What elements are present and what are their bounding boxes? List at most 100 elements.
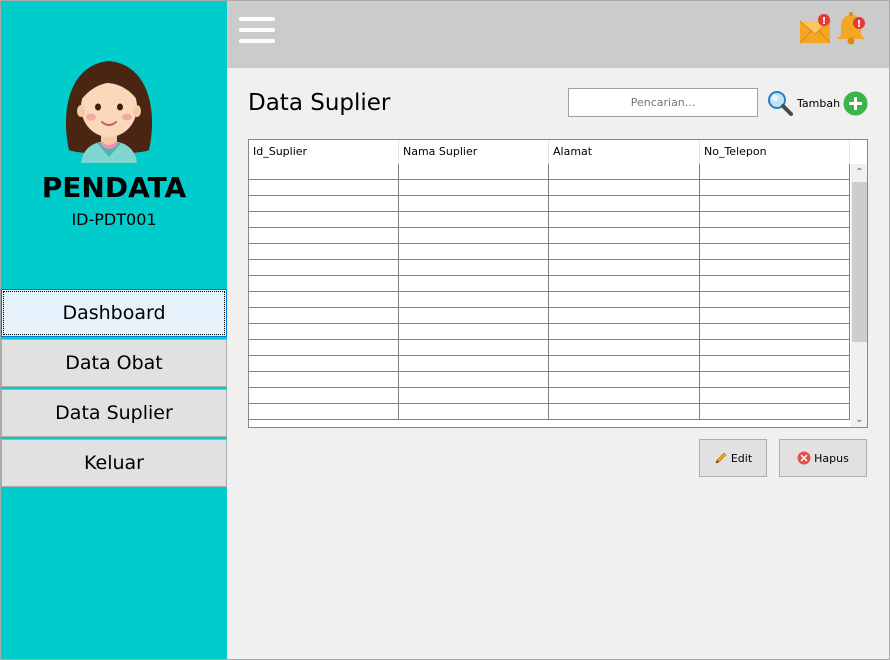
table-cell[interactable]: [249, 324, 399, 339]
table-cell[interactable]: [399, 228, 549, 243]
scroll-thumb[interactable]: [852, 182, 867, 342]
table-column-header[interactable]: No_Telepon: [700, 140, 850, 164]
sidebar-item-data-obat[interactable]: Data Obat: [1, 339, 227, 387]
table-row[interactable]: [249, 324, 850, 340]
table-cell[interactable]: [549, 372, 700, 387]
table-cell[interactable]: [399, 180, 549, 195]
table-cell[interactable]: [549, 260, 700, 275]
table-cell[interactable]: [549, 228, 700, 243]
table-cell[interactable]: [249, 388, 399, 403]
table-cell[interactable]: [549, 212, 700, 227]
table-cell[interactable]: [700, 244, 850, 259]
table-cell[interactable]: [700, 196, 850, 211]
table-cell[interactable]: [249, 196, 399, 211]
table-cell[interactable]: [249, 356, 399, 371]
table-cell[interactable]: [700, 324, 850, 339]
sidebar-item-data-suplier[interactable]: Data Suplier: [1, 389, 227, 437]
table-cell[interactable]: [249, 340, 399, 355]
table-cell[interactable]: [700, 340, 850, 355]
table-row[interactable]: [249, 196, 850, 212]
table-cell[interactable]: [700, 228, 850, 243]
scroll-up-icon[interactable]: ⌃: [851, 164, 867, 181]
table-cell[interactable]: [700, 388, 850, 403]
table-row[interactable]: [249, 228, 850, 244]
table-cell[interactable]: [700, 308, 850, 323]
delete-button[interactable]: Hapus: [779, 439, 867, 477]
edit-button[interactable]: Edit: [699, 439, 767, 477]
table-cell[interactable]: [700, 356, 850, 371]
table-cell[interactable]: [399, 356, 549, 371]
table-cell[interactable]: [399, 292, 549, 307]
table-cell[interactable]: [249, 212, 399, 227]
table-row[interactable]: [249, 212, 850, 228]
sidebar-item-dashboard[interactable]: Dashboard: [1, 289, 227, 337]
table-row[interactable]: [249, 260, 850, 276]
table-cell[interactable]: [549, 292, 700, 307]
table-cell[interactable]: [700, 212, 850, 227]
table-cell[interactable]: [399, 308, 549, 323]
table-cell[interactable]: [249, 276, 399, 291]
table-column-header[interactable]: Id_Suplier: [249, 140, 399, 164]
table-cell[interactable]: [549, 356, 700, 371]
table-cell[interactable]: [549, 164, 700, 179]
table-cell[interactable]: [249, 180, 399, 195]
table-cell[interactable]: [549, 340, 700, 355]
table-cell[interactable]: [700, 164, 850, 179]
table-cell[interactable]: [249, 164, 399, 179]
table-cell[interactable]: [700, 404, 850, 419]
table-row[interactable]: [249, 244, 850, 260]
mail-notification-icon[interactable]: !: [799, 13, 831, 45]
table-cell[interactable]: [399, 196, 549, 211]
table-cell[interactable]: [700, 372, 850, 387]
table-cell[interactable]: [549, 180, 700, 195]
table-row[interactable]: [249, 388, 850, 404]
table-cell[interactable]: [700, 292, 850, 307]
table-cell[interactable]: [549, 404, 700, 419]
table-cell[interactable]: [399, 388, 549, 403]
add-label[interactable]: Tambah: [797, 97, 840, 110]
table-row[interactable]: [249, 308, 850, 324]
table-row[interactable]: [249, 292, 850, 308]
table-row[interactable]: [249, 404, 850, 420]
table-row[interactable]: [249, 356, 850, 372]
table-scrollbar[interactable]: ⌃ ⌄: [851, 164, 867, 427]
table-cell[interactable]: [549, 244, 700, 259]
menu-icon[interactable]: [239, 17, 275, 45]
table-cell[interactable]: [549, 276, 700, 291]
table-cell[interactable]: [399, 164, 549, 179]
table-column-header[interactable]: Nama Suplier: [399, 140, 549, 164]
search-input[interactable]: [568, 88, 758, 117]
table-cell[interactable]: [700, 276, 850, 291]
table-cell[interactable]: [700, 260, 850, 275]
table-cell[interactable]: [549, 196, 700, 211]
table-cell[interactable]: [249, 308, 399, 323]
table-cell[interactable]: [700, 180, 850, 195]
table-cell[interactable]: [399, 260, 549, 275]
table-cell[interactable]: [249, 372, 399, 387]
table-row[interactable]: [249, 340, 850, 356]
table-row[interactable]: [249, 180, 850, 196]
table-cell[interactable]: [399, 244, 549, 259]
table-row[interactable]: [249, 372, 850, 388]
table-cell[interactable]: [399, 404, 549, 419]
table-cell[interactable]: [249, 244, 399, 259]
table-cell[interactable]: [399, 276, 549, 291]
table-row[interactable]: [249, 164, 850, 180]
sidebar-item-keluar[interactable]: Keluar: [1, 439, 227, 487]
table-cell[interactable]: [549, 388, 700, 403]
supplier-table[interactable]: Id_Suplier Nama Suplier Alamat No_Telepon ⌃…: [248, 139, 868, 428]
table-cell[interactable]: [399, 212, 549, 227]
table-cell[interactable]: [249, 260, 399, 275]
table-cell[interactable]: [549, 308, 700, 323]
table-cell[interactable]: [249, 228, 399, 243]
table-cell[interactable]: [399, 372, 549, 387]
table-cell[interactable]: [399, 340, 549, 355]
table-cell[interactable]: [249, 292, 399, 307]
search-icon[interactable]: [767, 90, 793, 116]
table-cell[interactable]: [249, 404, 399, 419]
table-cell[interactable]: [549, 324, 700, 339]
scroll-down-icon[interactable]: ⌄: [851, 411, 867, 427]
bell-notification-icon[interactable]: !: [835, 11, 867, 45]
table-cell[interactable]: [399, 324, 549, 339]
table-column-header[interactable]: Alamat: [549, 140, 700, 164]
